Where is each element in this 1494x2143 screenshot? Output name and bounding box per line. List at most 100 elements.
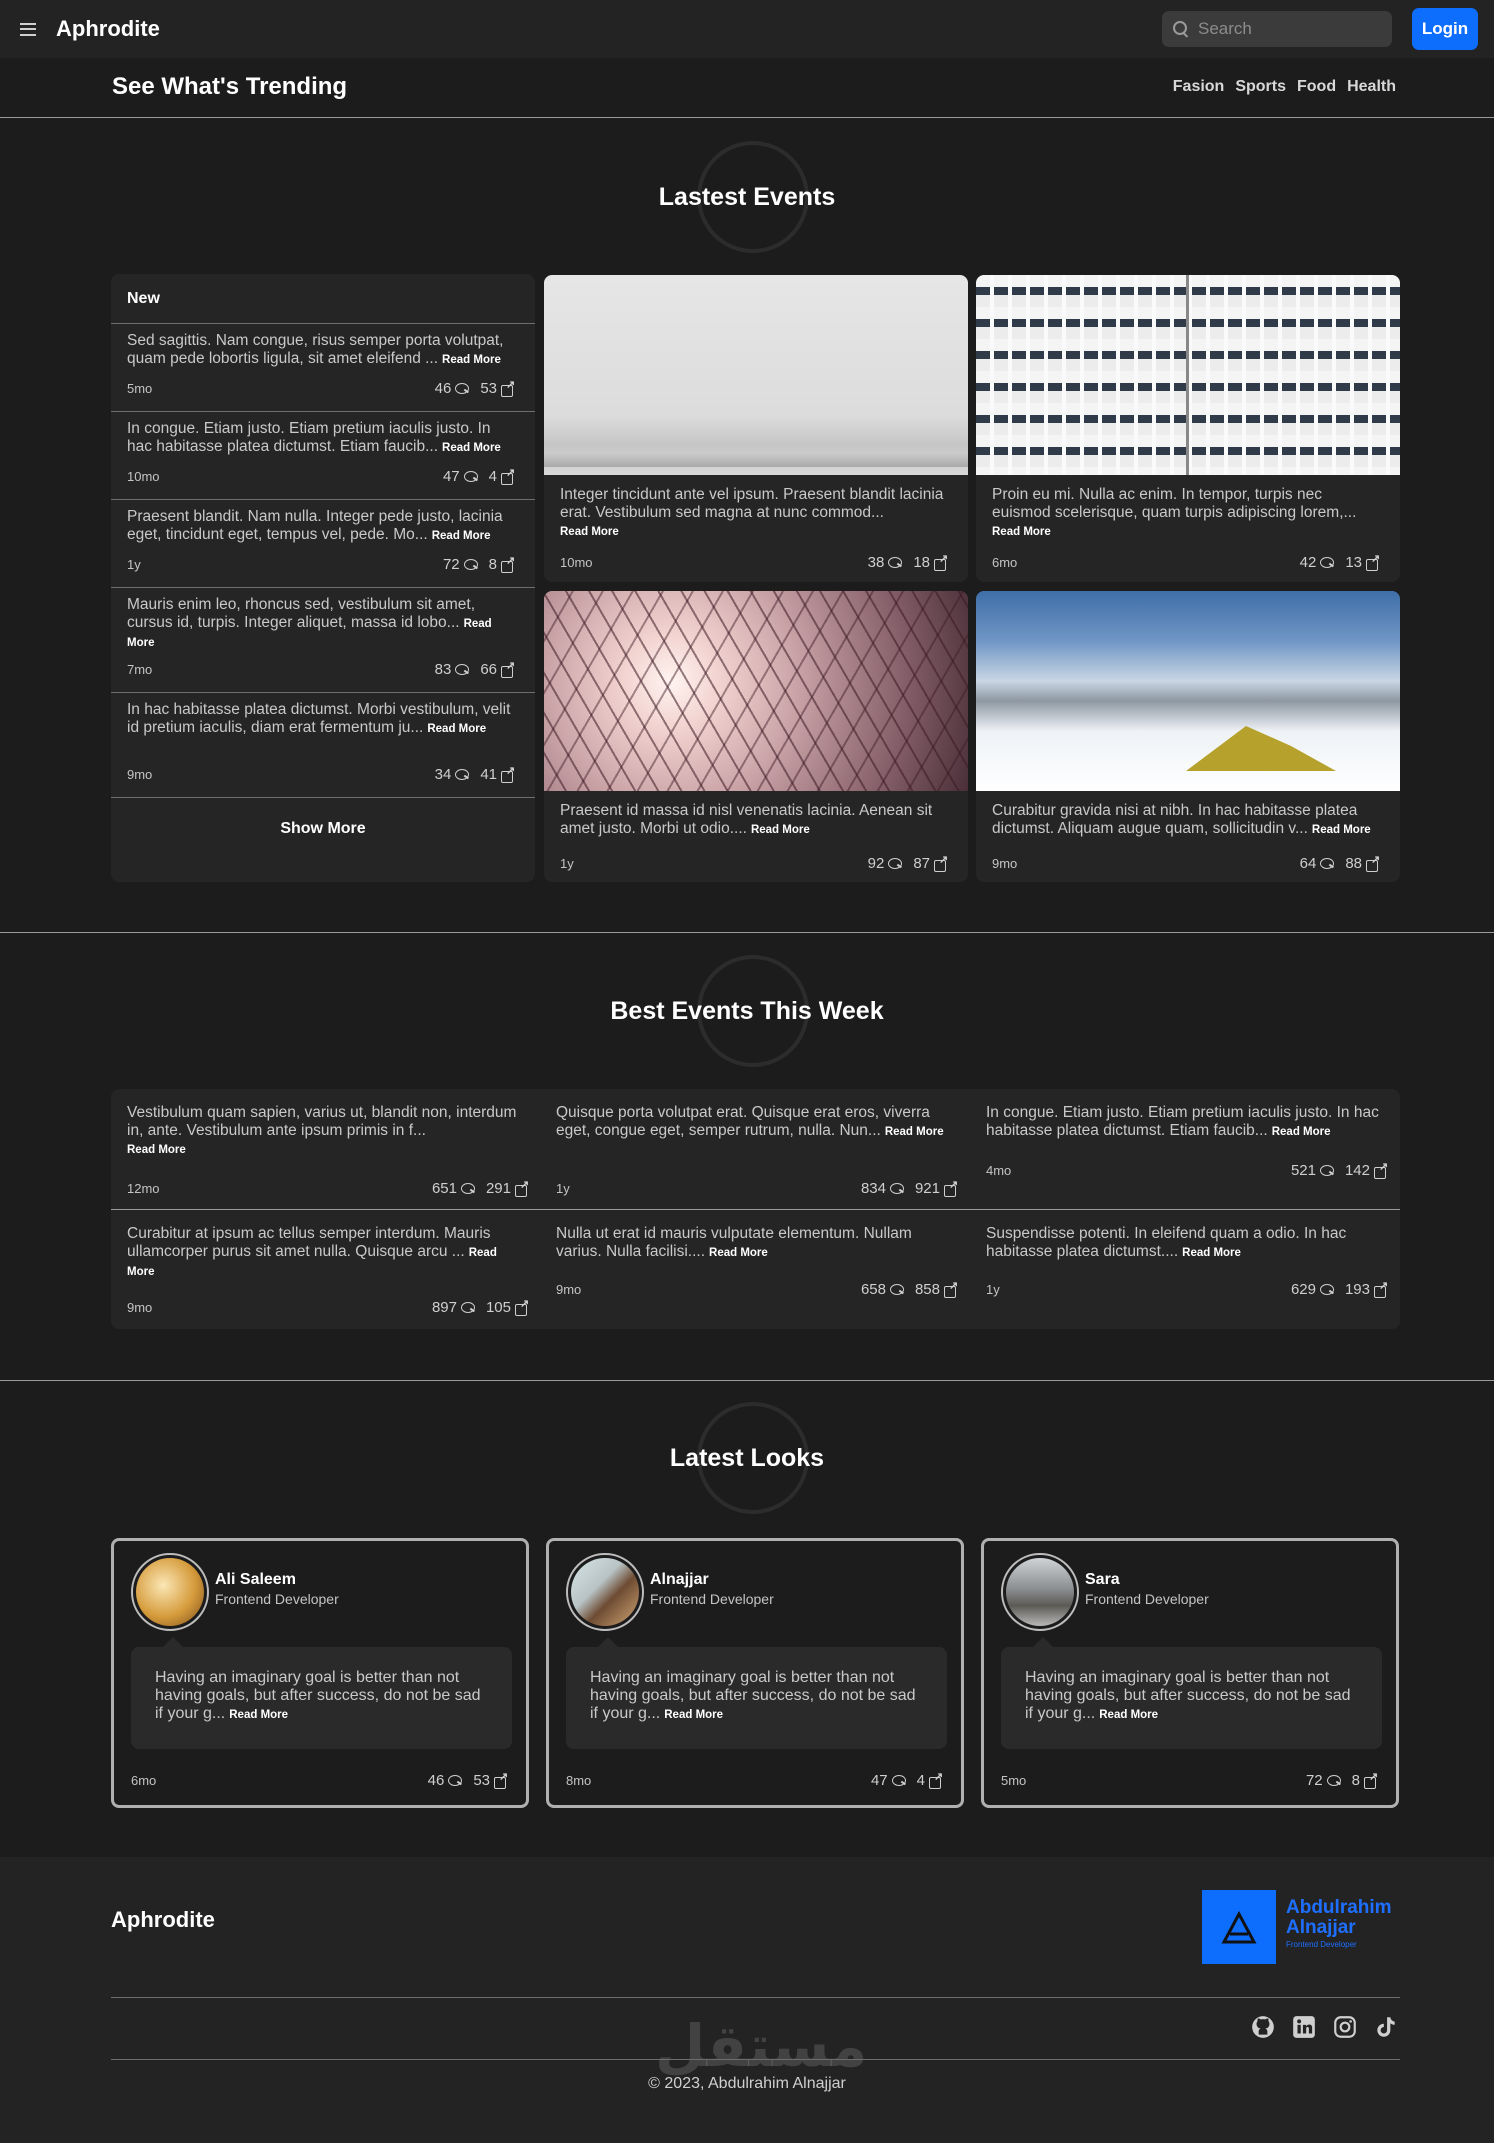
read-more-link[interactable]: Read More (127, 1144, 186, 1156)
event-image[interactable] (544, 275, 968, 475)
list-item[interactable]: Suspendisse potenti. In eleifend quam a … (970, 1210, 1400, 1330)
read-more-link[interactable]: Read More (560, 526, 619, 538)
brand-logo[interactable]: Aphrodite (56, 16, 160, 42)
list-item[interactable]: Nulla ut erat id mauris vulputate elemen… (540, 1210, 970, 1330)
comment-icon[interactable] (460, 1301, 476, 1314)
event-card[interactable]: Integer tincidunt ante vel ipsum. Praese… (544, 275, 968, 582)
list-item[interactable]: Quisque porta volutpat erat. Quisque era… (540, 1089, 970, 1209)
comment-icon[interactable] (1319, 1283, 1335, 1296)
comment-count: 72 (442, 556, 460, 573)
list-item[interactable]: In congue. Etiam justo. Etiam pretium ia… (970, 1089, 1400, 1209)
look-author-name[interactable]: Alnajjar (650, 1571, 774, 1589)
section-divider (0, 1380, 1494, 1381)
list-item[interactable]: Mauris enim leo, rhoncus sed, vestibulum… (111, 588, 535, 693)
show-more-button[interactable]: Show More (280, 820, 365, 838)
read-more-link[interactable]: Read More (709, 1247, 768, 1259)
event-image[interactable] (976, 591, 1400, 791)
read-more-link[interactable]: Read More (442, 442, 501, 454)
share-icon[interactable] (501, 764, 515, 783)
share-icon[interactable] (501, 378, 515, 397)
event-card[interactable]: Proin eu mi. Nulla ac enim. In tempor, t… (976, 275, 1400, 582)
share-icon[interactable] (501, 659, 515, 678)
comment-icon[interactable] (889, 1283, 905, 1296)
event-image[interactable] (544, 591, 968, 791)
tiktok-icon[interactable] (1371, 2012, 1400, 2041)
category-link-fasion[interactable]: Fasion (1173, 78, 1225, 96)
share-icon[interactable] (515, 1178, 529, 1197)
read-more-link[interactable]: Read More (664, 1709, 723, 1721)
read-more-link[interactable]: Read More (992, 526, 1051, 538)
category-link-sports[interactable]: Sports (1235, 78, 1286, 96)
event-card[interactable]: Curabitur gravida nisi at nibh. In hac h… (976, 591, 1400, 882)
comment-icon[interactable] (1319, 1164, 1335, 1177)
read-more-link[interactable]: Read More (442, 354, 501, 366)
list-item[interactable]: In congue. Etiam justo. Etiam pretium ia… (111, 412, 535, 500)
read-more-link[interactable]: Read More (1099, 1709, 1158, 1721)
share-icon[interactable] (1366, 853, 1380, 872)
comment-icon[interactable] (455, 382, 470, 395)
read-more-link[interactable]: Read More (1312, 824, 1371, 836)
comment-icon[interactable] (448, 1774, 463, 1787)
avatar[interactable] (566, 1553, 644, 1631)
avatar[interactable] (1001, 1553, 1079, 1631)
linkedin-icon[interactable] (1289, 2012, 1318, 2041)
list-item[interactable]: Vestibulum quam sapien, varius ut, bland… (111, 1089, 541, 1209)
read-more-link[interactable]: Read More (885, 1126, 944, 1138)
comment-icon[interactable] (455, 663, 470, 676)
look-author-name[interactable]: Ali Saleem (215, 1571, 339, 1589)
list-item[interactable]: Curabitur at ipsum ac tellus semper inte… (111, 1210, 541, 1330)
share-icon[interactable] (934, 853, 948, 872)
share-icon[interactable] (515, 1297, 529, 1316)
comment-icon[interactable] (1320, 857, 1335, 870)
read-more-link[interactable]: Read More (427, 723, 486, 735)
comment-icon[interactable] (888, 857, 903, 870)
category-link-food[interactable]: Food (1297, 78, 1336, 96)
share-icon[interactable] (501, 554, 515, 573)
comment-count: 34 (434, 766, 452, 783)
list-item[interactable]: Praesent blandit. Nam nulla. Integer ped… (111, 500, 535, 588)
look-card[interactable]: Alnajjar Frontend Developer Having an im… (546, 1538, 964, 1808)
footer-brand[interactable]: Aphrodite (111, 1907, 215, 1933)
share-icon[interactable] (494, 1770, 508, 1789)
avatar[interactable] (131, 1553, 209, 1631)
share-icon[interactable] (1364, 1770, 1378, 1789)
menu-icon[interactable] (20, 22, 36, 36)
share-count: 291 (485, 1180, 511, 1197)
comment-icon[interactable] (463, 470, 479, 483)
author-logo[interactable]: Abdulrahim Alnajjar Frontend Developer (1202, 1890, 1392, 1964)
login-button[interactable]: Login (1412, 8, 1478, 50)
comment-icon[interactable] (891, 1774, 907, 1787)
read-more-link[interactable]: Read More (1272, 1126, 1331, 1138)
comment-icon[interactable] (888, 556, 903, 569)
comment-icon[interactable] (463, 558, 479, 571)
share-icon[interactable] (1374, 1160, 1388, 1179)
search-input[interactable] (1198, 19, 1368, 39)
search-box[interactable] (1162, 11, 1392, 47)
look-card[interactable]: Ali Saleem Frontend Developer Having an … (111, 1538, 529, 1808)
look-card[interactable]: Sara Frontend Developer Having an imagin… (981, 1538, 1399, 1808)
list-item[interactable]: Sed sagittis. Nam congue, risus semper p… (111, 324, 535, 412)
read-more-link[interactable]: Read More (751, 824, 810, 836)
github-icon[interactable] (1248, 2012, 1277, 2041)
look-author-name[interactable]: Sara (1085, 1571, 1209, 1589)
share-icon[interactable] (1366, 552, 1380, 571)
read-more-link[interactable]: Read More (229, 1709, 288, 1721)
event-card[interactable]: Praesent id massa id nisl venenatis laci… (544, 591, 968, 882)
comment-icon[interactable] (1320, 556, 1335, 569)
comment-icon[interactable] (1326, 1774, 1342, 1787)
category-link-health[interactable]: Health (1347, 78, 1396, 96)
read-more-link[interactable]: Read More (1182, 1247, 1241, 1259)
instagram-icon[interactable] (1330, 2012, 1359, 2041)
share-icon[interactable] (944, 1178, 958, 1197)
comment-icon[interactable] (455, 768, 470, 781)
list-item[interactable]: In hac habitasse platea dictumst. Morbi … (111, 693, 535, 798)
share-icon[interactable] (929, 1770, 943, 1789)
share-icon[interactable] (501, 466, 515, 485)
share-icon[interactable] (934, 552, 948, 571)
share-icon[interactable] (944, 1279, 958, 1298)
share-icon[interactable] (1374, 1279, 1388, 1298)
comment-icon[interactable] (460, 1182, 476, 1195)
comment-icon[interactable] (889, 1182, 905, 1195)
event-image[interactable] (976, 275, 1400, 475)
read-more-link[interactable]: Read More (432, 530, 491, 542)
